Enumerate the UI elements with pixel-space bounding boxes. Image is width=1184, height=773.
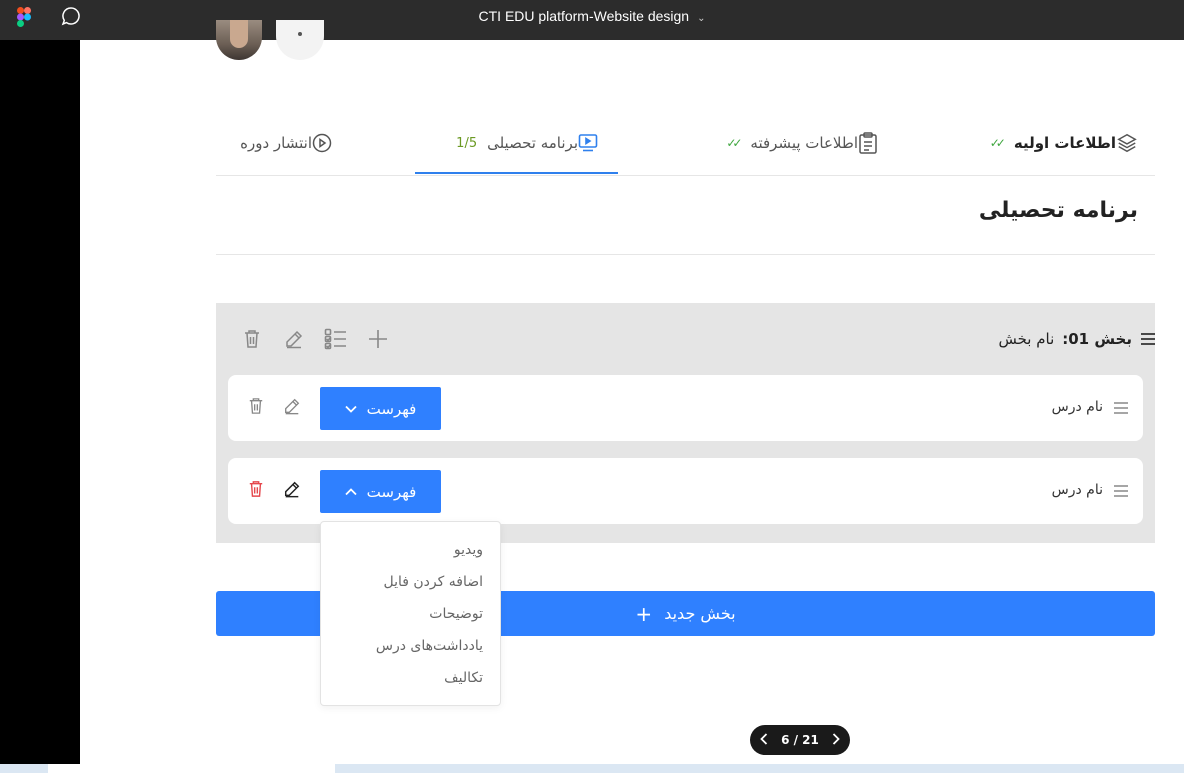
- checklist-icon: [324, 328, 346, 350]
- drag-handle-icon[interactable]: [1113, 400, 1129, 419]
- menu-item-description[interactable]: توضیحات: [429, 606, 483, 622]
- app-topbar: CTI EDU platform-Website design ⌄: [0, 0, 1184, 40]
- chevron-down-icon: ⌄: [697, 13, 706, 24]
- prototype-pager: 6 / 21: [750, 725, 850, 755]
- button-label: فهرست: [366, 399, 417, 418]
- tab-label: اطلاعات اولیه: [1013, 134, 1116, 152]
- section-name: نام بخش: [998, 330, 1055, 348]
- page-title: برنامه تحصیلی: [978, 198, 1138, 223]
- divider: [216, 254, 1155, 255]
- chevron-down-icon: [345, 405, 357, 413]
- chevron-left-icon: [760, 732, 768, 745]
- tab-advanced-info[interactable]: ✓✓ اطلاعات پیشرفته: [696, 130, 878, 156]
- trash-icon: [249, 398, 263, 414]
- previous-frame-button[interactable]: [760, 732, 768, 748]
- delete-lesson-button[interactable]: [248, 480, 264, 502]
- pencil-icon: [286, 330, 303, 349]
- file-title[interactable]: CTI EDU platform-Website design ⌄: [0, 8, 1184, 24]
- tab-label: اطلاعات پیشرفته: [750, 134, 858, 152]
- avatar[interactable]: [216, 20, 262, 60]
- button-label: بخش جدید: [664, 604, 736, 623]
- tab-label: انتشار دوره: [240, 134, 312, 152]
- delete-section-button[interactable]: [240, 326, 264, 352]
- section-number: بخش 01:: [1062, 330, 1132, 348]
- lesson-contents-button[interactable]: فهرست: [320, 387, 441, 430]
- edit-lesson-button[interactable]: [283, 480, 301, 502]
- pencil-icon: [285, 398, 300, 415]
- drag-handle-icon[interactable]: [1113, 483, 1129, 502]
- chevron-up-icon: [345, 487, 357, 495]
- lesson-name: نام درس: [1051, 399, 1103, 415]
- menu-item-assignments[interactable]: تکالیف: [444, 670, 483, 686]
- progress-count: 1/5: [456, 135, 478, 151]
- menu-item-video[interactable]: ویدیو: [454, 542, 483, 558]
- trash-icon: [249, 481, 263, 497]
- lesson-row: نام درس فهرست: [228, 458, 1143, 524]
- trash-icon: [245, 330, 259, 348]
- tab-label: برنامه تحصیلی: [487, 134, 578, 152]
- menu-item-lesson-notes[interactable]: یادداشت‌های درس: [376, 638, 483, 654]
- section-actions: [240, 326, 390, 352]
- video-screen-icon: [578, 134, 598, 152]
- menu-icon[interactable]: [276, 20, 324, 60]
- lesson-row: نام درس فهرست: [228, 375, 1143, 441]
- add-quiz-button[interactable]: [324, 326, 348, 352]
- pencil-icon: [284, 481, 300, 498]
- lesson-contents-button[interactable]: فهرست: [320, 470, 441, 513]
- edit-lesson-button[interactable]: [283, 397, 301, 419]
- canvas-background: [0, 40, 80, 773]
- active-tab-indicator: [415, 172, 618, 174]
- button-label: فهرست: [366, 482, 417, 501]
- delete-lesson-button[interactable]: [248, 397, 264, 419]
- section-header: بخش 01: نام بخش: [998, 325, 1156, 353]
- drag-handle-icon[interactable]: [1140, 332, 1156, 346]
- frame-counter: 6 / 21: [781, 733, 819, 747]
- plus-icon: [369, 330, 387, 348]
- tab-curriculum[interactable]: 1/5 برنامه تحصیلی: [431, 130, 598, 156]
- divider: [216, 175, 1155, 176]
- tab-publish[interactable]: انتشار دوره: [232, 130, 332, 156]
- menu-item-add-file[interactable]: اضافه کردن فایل: [383, 574, 483, 590]
- edit-section-button[interactable]: [282, 326, 306, 352]
- tab-basic-info[interactable]: ✓✓ اطلاعات اولیه: [960, 130, 1138, 156]
- taskbar-strip: [0, 764, 1184, 773]
- plus-icon: +: [635, 601, 653, 626]
- double-check-icon: ✓✓: [989, 136, 1006, 150]
- add-lesson-button[interactable]: [366, 326, 390, 352]
- lesson-name: نام درس: [1051, 482, 1103, 498]
- clipboard-icon: [859, 132, 877, 154]
- file-title-text: CTI EDU platform-Website design: [478, 8, 690, 24]
- next-frame-button[interactable]: [832, 732, 840, 748]
- double-check-icon: ✓✓: [726, 136, 742, 150]
- layers-icon: [1117, 133, 1137, 153]
- chevron-right-icon: [832, 732, 840, 745]
- play-circle-icon: [312, 133, 332, 153]
- lesson-contents-menu: ویدیو اضافه کردن فایل توضیحات یادداشت‌ها…: [320, 521, 501, 706]
